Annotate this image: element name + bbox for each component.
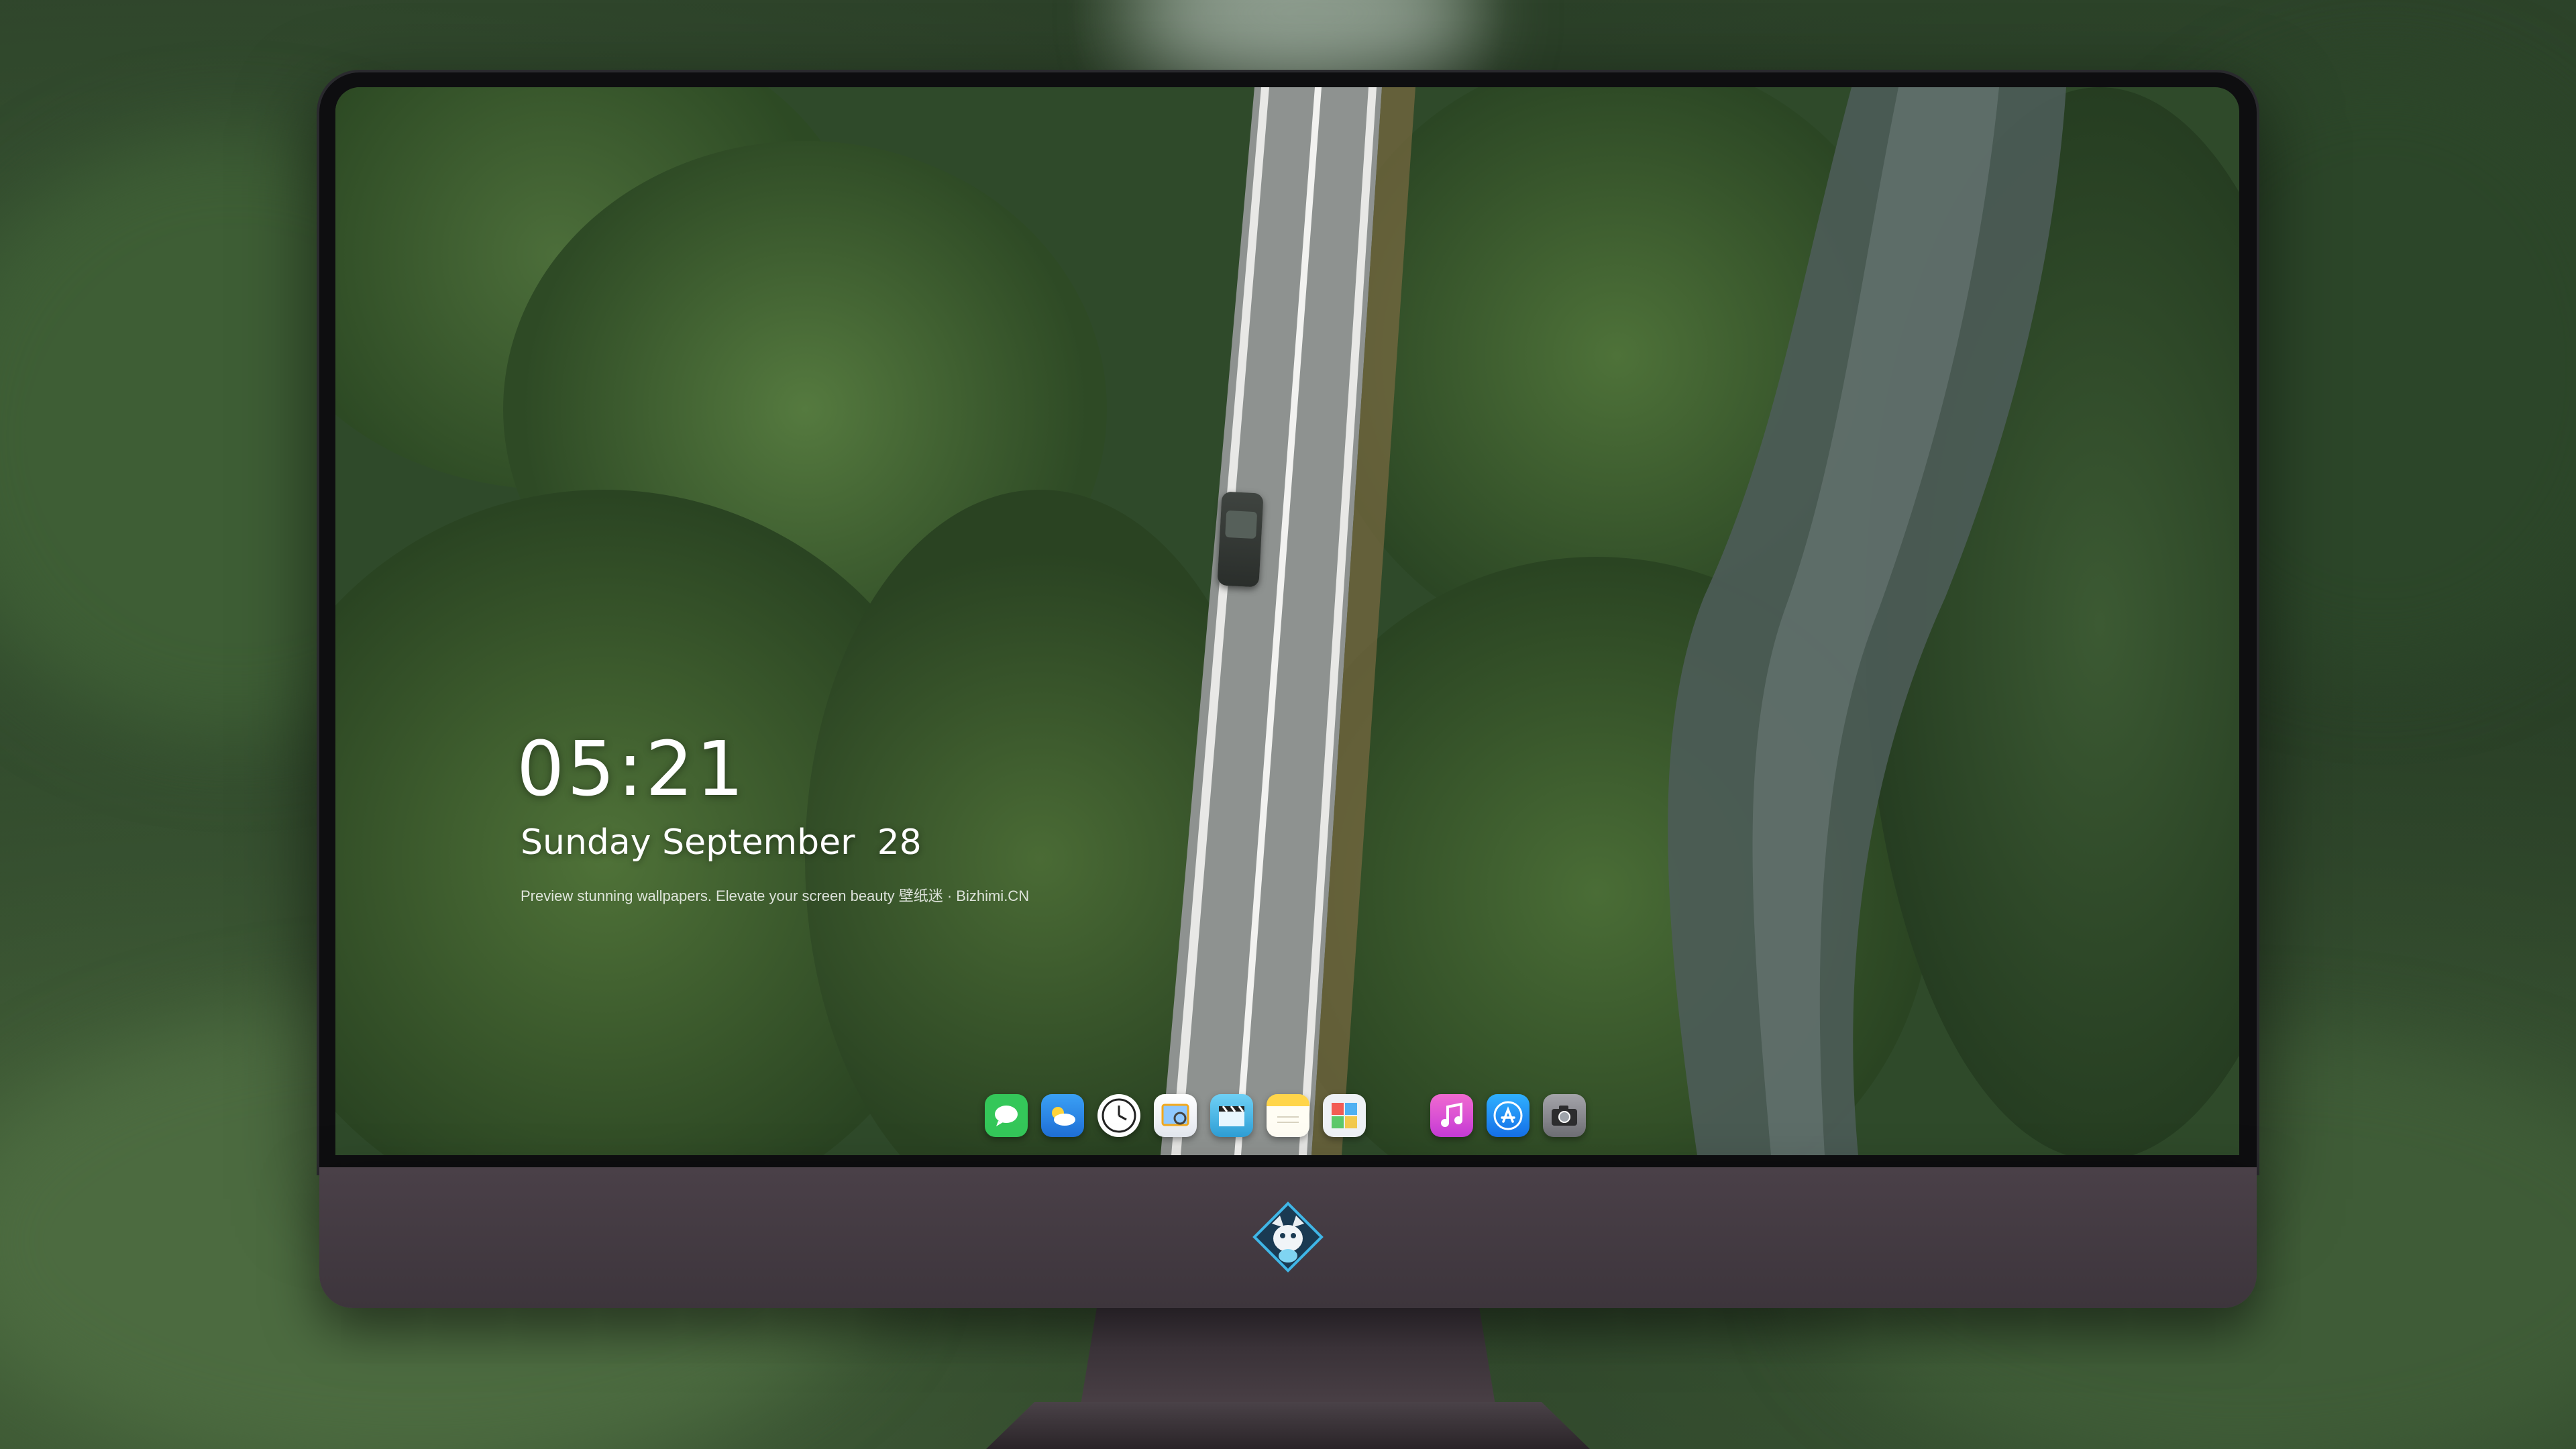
lock-screen-time: 05:21 (517, 726, 747, 813)
notes-icon[interactable] (1267, 1094, 1309, 1137)
weather-icon[interactable] (1041, 1094, 1084, 1137)
blurred-forest-background: 05:21 Sunday September 28 Preview stunni… (0, 0, 2576, 1449)
clapperboard-icon[interactable] (1210, 1094, 1253, 1137)
monitor-stand-neck (1080, 1308, 1496, 1409)
lock-screen-tagline: Preview stunning wallpapers. Elevate you… (521, 888, 1030, 904)
app-store-icon[interactable] (1487, 1094, 1529, 1137)
clock-icon[interactable] (1097, 1094, 1140, 1137)
river-and-road (1161, 87, 2066, 1155)
camera-icon[interactable] (1543, 1094, 1586, 1137)
car (1217, 491, 1264, 588)
preview-icon[interactable] (1154, 1094, 1197, 1137)
dock (971, 1085, 1589, 1146)
monitor-stand-base (986, 1402, 1590, 1449)
photos-icon[interactable] (1323, 1094, 1366, 1137)
music-icon[interactable] (1430, 1094, 1473, 1137)
monitor-screen (335, 87, 2239, 1155)
messages-icon[interactable] (985, 1094, 1028, 1137)
background-road-glimpse (1140, 0, 1476, 80)
fox-logo-icon (1252, 1201, 1324, 1273)
lock-screen-date: Sunday September 28 (521, 822, 922, 863)
